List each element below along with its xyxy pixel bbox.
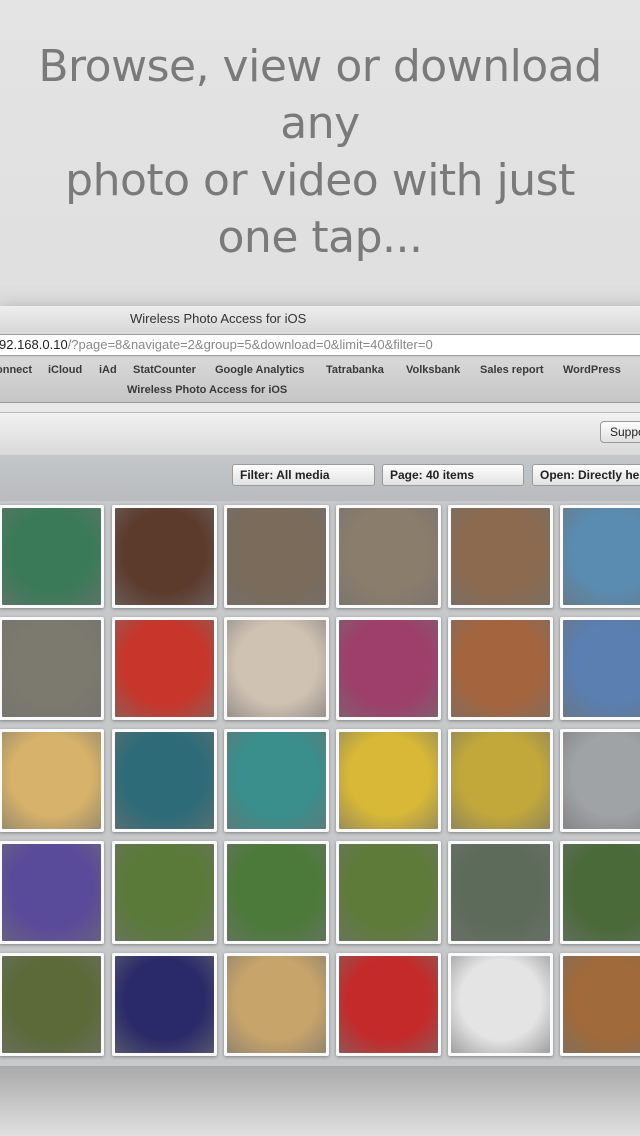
photo-thumbnail[interactable] (560, 729, 640, 832)
photo-thumbnail[interactable] (112, 505, 217, 608)
photo-image (115, 844, 214, 941)
photo-image (115, 620, 214, 717)
photo-thumbnail[interactable] (224, 617, 329, 720)
photo-thumbnail[interactable] (0, 841, 104, 944)
filter-select[interactable]: Filter: All media (232, 464, 375, 486)
photo-grid (0, 501, 640, 1066)
photo-thumbnail[interactable] (336, 841, 441, 944)
photo-thumbnail[interactable] (0, 505, 104, 608)
gallery-toolbar: Filter: All media Page: 40 items Open: D… (0, 455, 640, 501)
photo-image (2, 732, 101, 829)
photo-image (563, 732, 640, 829)
photo-thumbnail[interactable] (112, 617, 217, 720)
address-bar: 92.168.0.10/?page=8&navigate=2&group=5&d… (0, 332, 640, 358)
photo-thumbnail[interactable] (112, 729, 217, 832)
photo-image (2, 844, 101, 941)
bookmark-item[interactable]: StatCounter (133, 364, 196, 376)
photo-image (451, 844, 550, 941)
photo-thumbnail[interactable] (224, 729, 329, 832)
photo-thumbnail[interactable] (336, 729, 441, 832)
tab-title[interactable]: Wireless Photo Access for iOS (127, 384, 287, 396)
bookmark-item[interactable]: Google Analytics (215, 364, 304, 376)
photo-thumbnail[interactable] (336, 953, 441, 1056)
photo-thumbnail[interactable] (448, 617, 553, 720)
photo-thumbnail[interactable] (224, 953, 329, 1056)
photo-image (115, 956, 214, 1053)
photo-image (227, 620, 326, 717)
photo-thumbnail[interactable] (224, 505, 329, 608)
headline-line-2: photo or video with just (65, 155, 575, 206)
url-host: 92.168.0.10 (0, 337, 68, 352)
bookmarks-bar: onnect iCloud iAd StatCounter Google Analyti… (0, 358, 640, 403)
promo-headline: Browse, view or download any photo or vi… (0, 38, 640, 266)
bookmark-item[interactable]: WordPress (563, 364, 621, 376)
photo-image (339, 508, 438, 605)
photo-image (563, 620, 640, 717)
photo-image (115, 508, 214, 605)
photo-image (339, 956, 438, 1053)
photo-image (2, 620, 101, 717)
photo-thumbnail[interactable] (112, 953, 217, 1056)
photo-image (563, 844, 640, 941)
photo-thumbnail[interactable] (448, 505, 553, 608)
photo-image (451, 732, 550, 829)
headline-line-1: Browse, view or download any (38, 41, 602, 149)
photo-image (2, 956, 101, 1053)
photo-image (2, 508, 101, 605)
photo-thumbnail[interactable] (560, 505, 640, 608)
photo-thumbnail[interactable] (336, 505, 441, 608)
photo-image (115, 732, 214, 829)
photo-image (227, 508, 326, 605)
photo-image (563, 956, 640, 1053)
page-size-select[interactable]: Page: 40 items (382, 464, 524, 486)
page-header: Suppo (0, 412, 640, 456)
url-field[interactable]: 92.168.0.10/?page=8&navigate=2&group=5&d… (0, 334, 640, 356)
photo-thumbnail[interactable] (0, 617, 104, 720)
bookmark-item[interactable]: Tatrabanka (326, 364, 384, 376)
bottom-backdrop (0, 1066, 640, 1136)
photo-image (227, 844, 326, 941)
browser-window: Wireless Photo Access for iOS 92.168.0.1… (0, 306, 640, 1066)
headline-line-3: one tap... (217, 212, 423, 263)
bookmark-item[interactable]: onnect (0, 364, 32, 376)
photo-image (339, 844, 438, 941)
photo-thumbnail[interactable] (448, 841, 553, 944)
window-titlebar: Wireless Photo Access for iOS (0, 306, 640, 333)
url-path: /?page=8&navigate=2&group=5&download=0&l… (67, 337, 433, 352)
photo-thumbnail[interactable] (0, 729, 104, 832)
photo-thumbnail[interactable] (336, 617, 441, 720)
photo-image (451, 620, 550, 717)
photo-thumbnail[interactable] (448, 953, 553, 1056)
open-mode-select[interactable]: Open: Directly here (532, 464, 640, 486)
photo-image (339, 620, 438, 717)
photo-thumbnail[interactable] (0, 953, 104, 1056)
photo-thumbnail[interactable] (560, 617, 640, 720)
photo-thumbnail[interactable] (560, 953, 640, 1056)
photo-thumbnail[interactable] (112, 841, 217, 944)
photo-image (563, 508, 640, 605)
photo-thumbnail[interactable] (560, 841, 640, 944)
photo-image (451, 956, 550, 1053)
support-button[interactable]: Suppo (600, 421, 640, 443)
bookmark-item[interactable]: iAd (99, 364, 117, 376)
bookmark-item[interactable]: Sales report (480, 364, 544, 376)
bookmark-item[interactable]: iCloud (48, 364, 82, 376)
photo-thumbnail[interactable] (448, 729, 553, 832)
photo-image (339, 732, 438, 829)
window-title: Wireless Photo Access for iOS (130, 311, 307, 326)
photo-image (227, 732, 326, 829)
photo-thumbnail[interactable] (224, 841, 329, 944)
photo-image (451, 508, 550, 605)
bookmark-item[interactable]: Volksbank (406, 364, 460, 376)
photo-image (227, 956, 326, 1053)
